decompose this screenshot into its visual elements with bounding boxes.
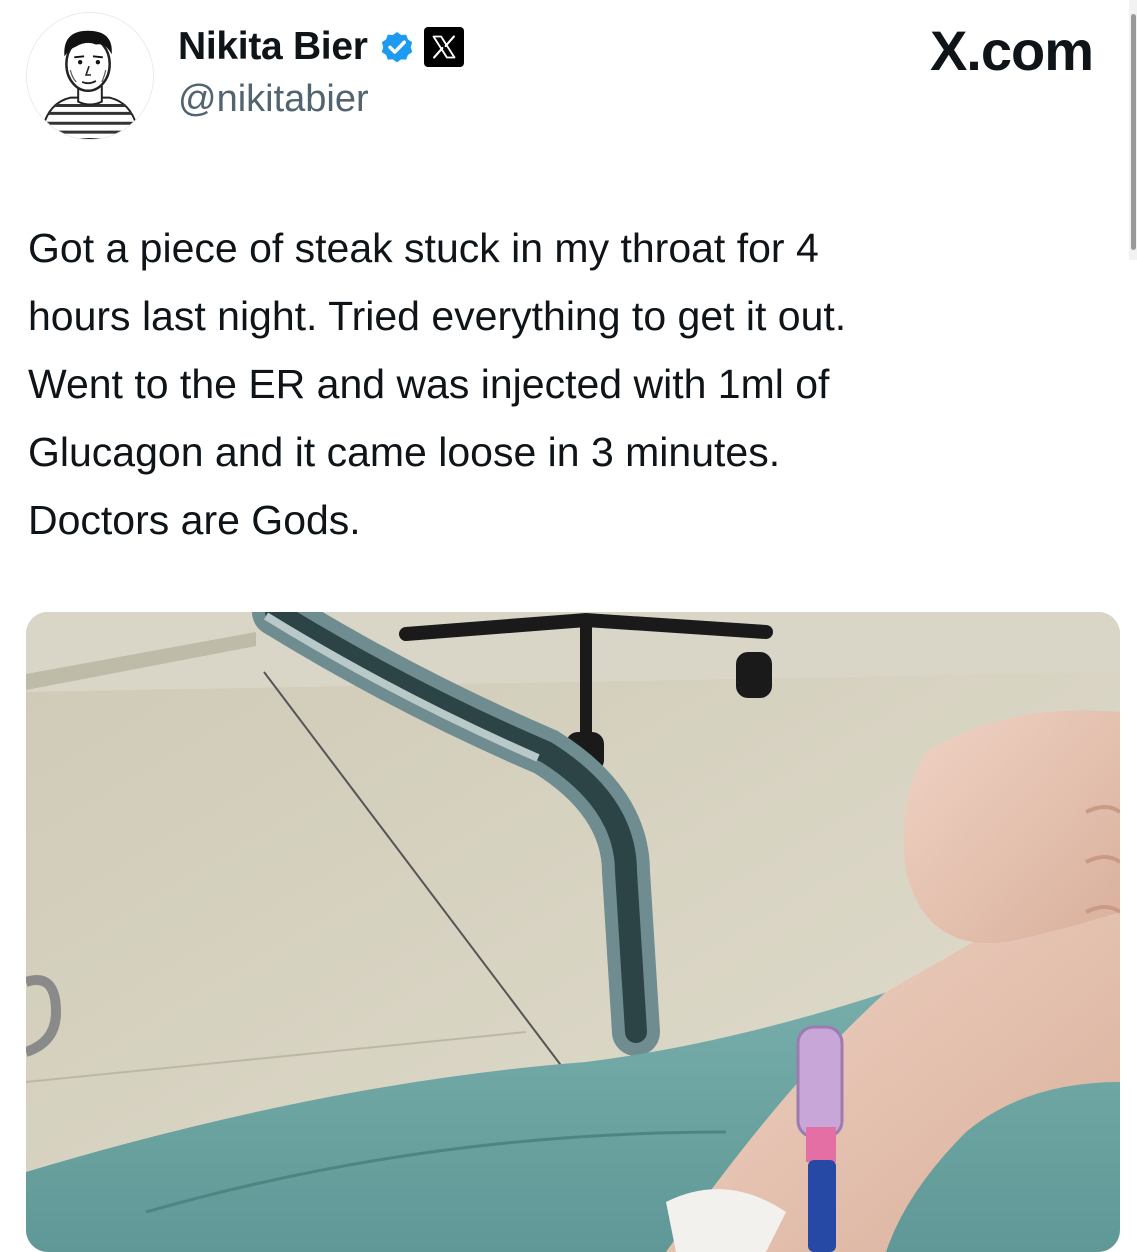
brand-watermark: X.com bbox=[929, 19, 1094, 82]
tweet-text: Got a piece of steak stuck in my throat … bbox=[28, 225, 847, 543]
tweet-media-photo[interactable] bbox=[26, 612, 1120, 1252]
scrollbar-track[interactable] bbox=[1129, 0, 1137, 260]
avatar[interactable] bbox=[26, 12, 154, 140]
sketched-person-avatar-icon bbox=[27, 13, 153, 139]
verified-badge-icon bbox=[381, 31, 412, 63]
hospital-arm-iv-photo bbox=[26, 612, 1120, 1252]
x-logo-icon bbox=[423, 27, 464, 67]
author-handle[interactable]: @nikitabier bbox=[178, 78, 369, 121]
scrollbar-thumb[interactable] bbox=[1131, 14, 1136, 250]
author-name[interactable]: Nikita Bier bbox=[178, 25, 368, 69]
author-name-row: Nikita Bier bbox=[178, 22, 464, 72]
